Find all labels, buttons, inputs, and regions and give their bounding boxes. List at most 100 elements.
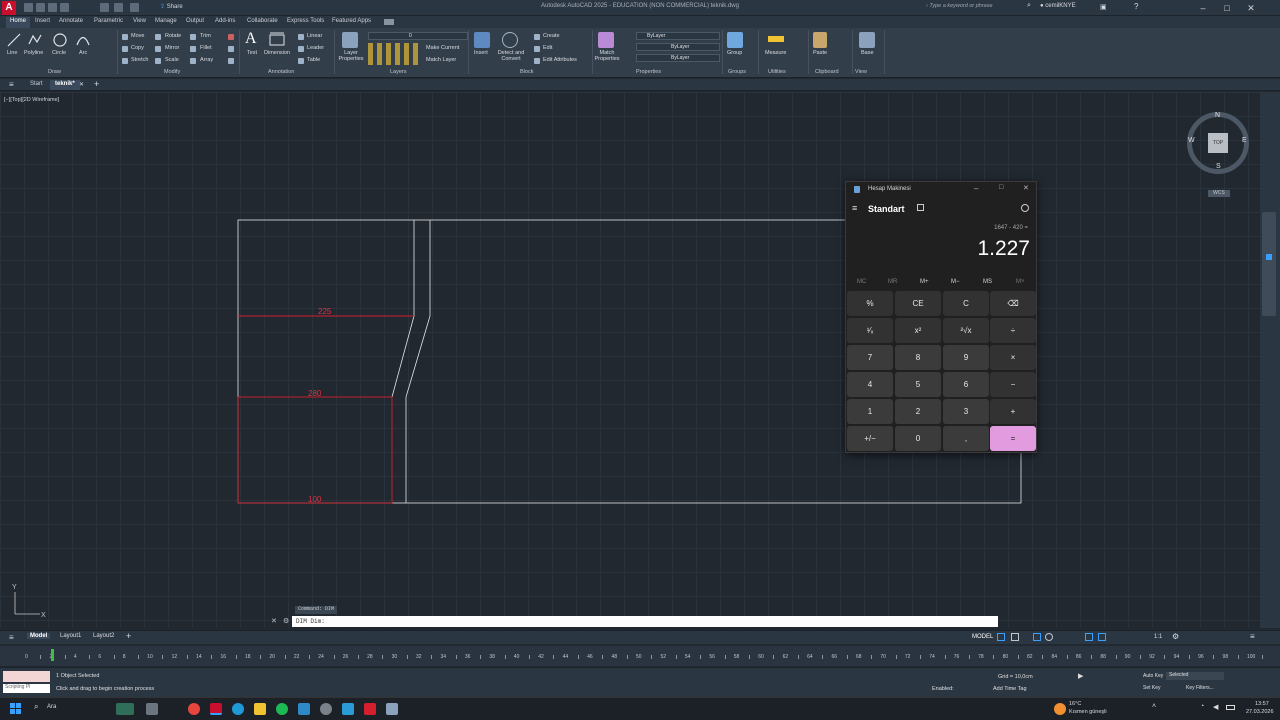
line-icon[interactable]: [6, 32, 22, 48]
erase-icon[interactable]: [228, 34, 234, 40]
key-7[interactable]: 7: [847, 345, 893, 370]
edit-attributes-tool[interactable]: Edit Attributes: [543, 57, 577, 63]
otrack-icon[interactable]: [1098, 633, 1106, 641]
ortho-icon[interactable]: [1033, 633, 1041, 641]
utilities-panel-label[interactable]: Utilities: [768, 69, 786, 75]
key-subtract[interactable]: −: [990, 372, 1036, 397]
tab-layout2[interactable]: Layout2: [93, 633, 114, 639]
tab-start[interactable]: Start: [25, 80, 48, 90]
properties-panel-label[interactable]: Properties: [636, 69, 661, 75]
cart-icon[interactable]: ▣: [1100, 3, 1107, 11]
dimension-tool[interactable]: Dimension: [264, 50, 290, 56]
polyline-icon[interactable]: [27, 32, 43, 48]
create-block-tool[interactable]: Create: [543, 33, 560, 39]
key-6[interactable]: 6: [943, 372, 989, 397]
key-multiply[interactable]: ×: [990, 345, 1036, 370]
tab-manage[interactable]: Manage: [151, 17, 181, 28]
draw-panel-label[interactable]: Draw: [48, 69, 61, 75]
command-settings-icon[interactable]: ⚙: [283, 617, 289, 625]
new-layout-icon[interactable]: +: [126, 631, 131, 641]
match-layer-tool[interactable]: Match Layer: [426, 57, 456, 63]
tab-teknik[interactable]: teknik*: [50, 80, 80, 90]
layer-dropdown[interactable]: 0: [368, 32, 468, 40]
grid-icon[interactable]: [997, 633, 1005, 641]
file-explorer-icon[interactable]: [254, 703, 266, 715]
model-space-button[interactable]: MODEL: [972, 634, 993, 640]
make-current-tool[interactable]: Make Current: [426, 45, 459, 51]
view-panel-label[interactable]: View: [855, 69, 867, 75]
layers-panel-label[interactable]: Layers: [390, 69, 407, 75]
arc-icon[interactable]: [75, 32, 91, 48]
offset-icon[interactable]: [228, 58, 234, 64]
tab-parametric[interactable]: Parametric: [90, 17, 127, 28]
block-panel-label[interactable]: Block: [520, 69, 533, 75]
key-square[interactable]: x²: [895, 318, 941, 343]
workspace-icon[interactable]: ⚙: [1172, 632, 1179, 641]
base-icon[interactable]: [859, 32, 875, 48]
table-tool[interactable]: Table: [307, 57, 320, 63]
snap-icon[interactable]: [1011, 633, 1019, 641]
linear-tool[interactable]: Linear: [307, 33, 322, 39]
ribbon-toggle-icon[interactable]: [384, 19, 394, 25]
close-button[interactable]: ✕: [1244, 2, 1258, 14]
groups-panel-label[interactable]: Groups: [728, 69, 746, 75]
detect-convert-tool[interactable]: Detect and Convert: [496, 50, 526, 62]
array-tool[interactable]: Array: [200, 57, 213, 63]
match-properties-icon[interactable]: [598, 32, 614, 48]
minimize-button[interactable]: –: [1196, 2, 1210, 14]
viewcube-south[interactable]: S: [1216, 163, 1221, 170]
layer-properties-tool[interactable]: Layer Properties: [337, 50, 365, 62]
viewcube[interactable]: N S E W TOP: [1187, 112, 1249, 174]
mirror-tool[interactable]: Mirror: [165, 45, 179, 51]
key-decimal[interactable]: ,: [943, 426, 989, 451]
arc-tool[interactable]: Arc: [79, 50, 87, 56]
key-1[interactable]: 1: [847, 399, 893, 424]
layer-properties-icon[interactable]: [342, 32, 358, 48]
maximize-button[interactable]: □: [1220, 2, 1234, 14]
wifi-icon[interactable]: ◔: [1200, 703, 1204, 710]
key-c[interactable]: C: [943, 291, 989, 316]
group-tool[interactable]: Group: [727, 50, 742, 56]
edit-block-tool[interactable]: Edit: [543, 45, 552, 51]
tab-output[interactable]: Output: [182, 17, 208, 28]
task-view-icon[interactable]: [146, 703, 158, 715]
settings-icon[interactable]: [320, 703, 332, 715]
key-add[interactable]: +: [990, 399, 1036, 424]
key-8[interactable]: 8: [895, 345, 941, 370]
key-2[interactable]: 2: [895, 399, 941, 424]
key-reciprocal[interactable]: ¹⁄ₓ: [847, 318, 893, 343]
user-account[interactable]: ● cemilKNYE: [1040, 3, 1076, 9]
notepad-icon[interactable]: [386, 703, 398, 715]
command-close-icon[interactable]: ✕: [271, 617, 277, 625]
tab-view[interactable]: View: [129, 17, 150, 28]
detect-convert-icon[interactable]: [502, 32, 518, 48]
add-time-tag-button[interactable]: Add Time Tag: [993, 686, 1027, 692]
store-icon[interactable]: [298, 703, 310, 715]
insert-icon[interactable]: [474, 32, 490, 48]
m-plus-button[interactable]: M+: [920, 279, 929, 285]
tab-collaborate[interactable]: Collaborate: [243, 17, 282, 28]
search-input[interactable]: Type a keyword or phrase: [929, 3, 992, 9]
scale-tool[interactable]: Scale: [165, 57, 179, 63]
viewcube-west[interactable]: W: [1188, 137, 1195, 144]
search-box[interactable]: › Type a keyword or phrase: [926, 3, 1021, 13]
viewcube-east[interactable]: E: [1242, 137, 1247, 144]
chrome-icon[interactable]: [188, 703, 200, 715]
auto-key-button[interactable]: Auto Key: [1143, 673, 1163, 679]
paste-icon[interactable]: [813, 32, 827, 48]
wcs-menu[interactable]: WCS: [1208, 190, 1230, 197]
calc-maximize-button[interactable]: □: [999, 184, 1003, 191]
key-9[interactable]: 9: [943, 345, 989, 370]
scripting-listener-label[interactable]: Scripting Pl: [3, 684, 50, 693]
key-ce[interactable]: CE: [895, 291, 941, 316]
pan-icon[interactable]: [1266, 254, 1272, 260]
timeline-playhead[interactable]: [51, 649, 54, 661]
acrobat-icon[interactable]: [364, 703, 376, 715]
trim-tool[interactable]: Trim: [200, 33, 211, 39]
layer-icons-row[interactable]: [368, 43, 418, 65]
command-prompt[interactable]: DIM Dim:: [296, 618, 325, 625]
tab-add-ins[interactable]: Add-ins: [211, 17, 239, 28]
key-5[interactable]: 5: [895, 372, 941, 397]
spotify-icon[interactable]: [276, 703, 288, 715]
windows-start-icon[interactable]: [10, 703, 21, 714]
